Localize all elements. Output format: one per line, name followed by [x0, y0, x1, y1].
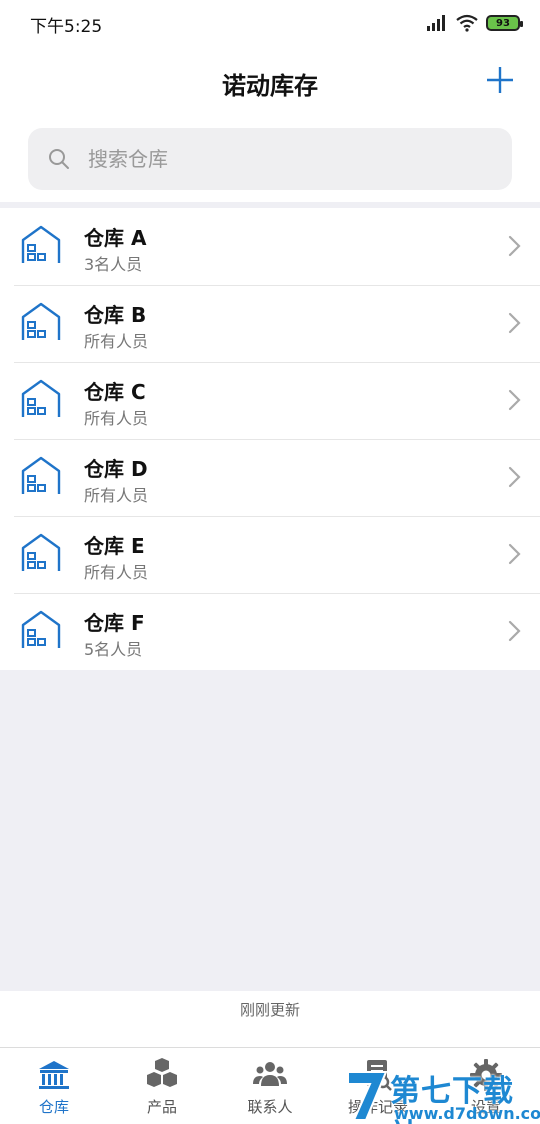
warehouse-icon	[21, 456, 61, 494]
search-area	[0, 120, 540, 202]
chevron-right-icon	[508, 235, 521, 257]
warehouse-name: 仓库 B	[84, 303, 147, 327]
warehouse-name: 仓库 E	[84, 534, 145, 558]
warehouse-row[interactable]: 仓库 D 所有人员	[0, 439, 540, 516]
warehouse-row[interactable]: 仓库 E 所有人员	[0, 516, 540, 593]
tab-label: 联系人	[247, 1098, 293, 1116]
search-input[interactable]	[88, 128, 488, 190]
bank-icon	[39, 1061, 69, 1089]
signal-icon	[427, 15, 445, 31]
chevron-right-icon	[508, 620, 521, 642]
watermark-domain: www.d7down.com	[394, 1104, 540, 1123]
warehouse-row[interactable]: 仓库 F 5名人员	[0, 593, 540, 670]
warehouse-row[interactable]: 仓库 C 所有人员	[0, 362, 540, 439]
tab-label: 产品	[146, 1098, 177, 1116]
tab-label: 仓库	[38, 1098, 69, 1116]
warehouse-name: 仓库 C	[84, 380, 146, 404]
warehouse-icon	[21, 610, 61, 648]
refresh-bar: 刚刚更新	[0, 991, 540, 1047]
tab-warehouse[interactable]: 仓库	[0, 1048, 108, 1124]
warehouse-list: 仓库 A 3名人员 仓库 B 所有人员 仓库 C 所有人员 仓库 D 所有人员 …	[0, 208, 540, 670]
nav-bar: 诺动库存	[0, 46, 540, 120]
warehouse-icon	[21, 302, 61, 340]
battery-level: 93	[496, 17, 510, 29]
battery-icon: 93	[486, 15, 523, 31]
warehouse-members: 所有人员	[84, 486, 149, 505]
warehouse-icon	[21, 533, 61, 571]
search-icon	[49, 149, 69, 169]
warehouse-row[interactable]: 仓库 A 3名人员	[0, 208, 540, 285]
people-icon	[253, 1062, 287, 1086]
warehouse-icon	[21, 379, 61, 417]
boxes-icon	[147, 1058, 177, 1087]
chevron-right-icon	[508, 466, 521, 488]
warehouse-members: 所有人员	[84, 409, 149, 428]
watermark: 第七下载站 www.d7down.com	[344, 1066, 540, 1124]
warehouse-icon	[21, 225, 61, 263]
refresh-status: 刚刚更新	[239, 1001, 300, 1019]
status-time: 下午5:25	[30, 17, 103, 37]
warehouse-name: 仓库 F	[84, 611, 145, 635]
warehouse-members: 3名人员	[84, 255, 143, 274]
add-warehouse-button[interactable]	[484, 64, 516, 96]
warehouse-members: 所有人员	[84, 563, 149, 582]
status-bar: 下午5:25 93	[0, 0, 540, 46]
wifi-icon	[456, 14, 478, 32]
search-box[interactable]	[28, 128, 512, 190]
tab-contacts[interactable]: 联系人	[216, 1048, 324, 1124]
page-title: 诺动库存	[222, 72, 318, 100]
warehouse-name: 仓库 D	[84, 457, 148, 481]
watermark-logo-icon	[347, 1071, 388, 1121]
warehouse-members: 所有人员	[84, 332, 149, 351]
status-icons: 93	[426, 12, 523, 34]
warehouse-name: 仓库 A	[84, 226, 147, 250]
chevron-right-icon	[508, 312, 521, 334]
warehouse-members: 5名人员	[84, 640, 143, 659]
tab-products[interactable]: 产品	[108, 1048, 216, 1124]
warehouse-row[interactable]: 仓库 B 所有人员	[0, 285, 540, 362]
chevron-right-icon	[508, 389, 521, 411]
chevron-right-icon	[508, 543, 521, 565]
